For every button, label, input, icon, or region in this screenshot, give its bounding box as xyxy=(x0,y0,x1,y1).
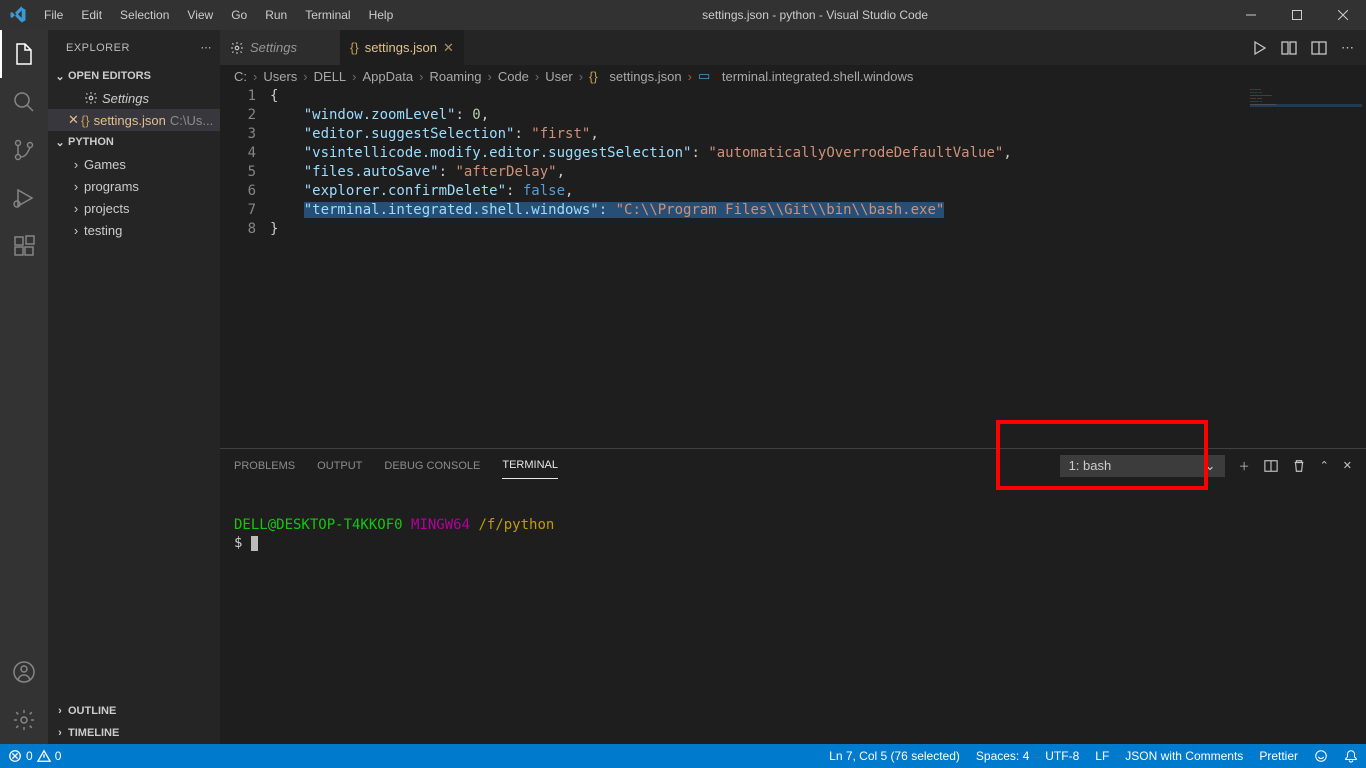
editor-actions: ⋯ xyxy=(1239,30,1366,65)
maximize-panel-icon[interactable]: ⌃ xyxy=(1320,459,1329,472)
maximize-button[interactable] xyxy=(1274,0,1320,30)
status-eol[interactable]: LF xyxy=(1087,749,1117,763)
menu-terminal[interactable]: Terminal xyxy=(296,8,359,22)
timeline-section[interactable]: ›TIMELINE xyxy=(48,722,220,744)
minimize-button[interactable] xyxy=(1228,0,1274,30)
status-cursor[interactable]: Ln 7, Col 5 (76 selected) xyxy=(821,749,968,763)
search-icon[interactable] xyxy=(0,78,48,126)
gear-icon xyxy=(230,41,244,55)
code-content[interactable]: { "window.zoomLevel": 0, "editor.suggest… xyxy=(270,87,1366,448)
cursor xyxy=(251,536,258,551)
tab-settings[interactable]: Settings xyxy=(220,30,340,65)
braces-icon: {} xyxy=(81,113,90,128)
chevron-down-icon: ⌄ xyxy=(1205,458,1216,474)
status-errors[interactable]: 0 0 xyxy=(0,749,69,763)
chevron-right-icon: › xyxy=(68,223,84,238)
chevron-right-icon: › xyxy=(68,157,84,172)
chevron-right-icon: › xyxy=(68,201,84,216)
open-editor-settings-json[interactable]: ✕ {} settings.json C:\Us... xyxy=(48,109,220,131)
split-icon[interactable] xyxy=(1311,40,1327,56)
account-icon[interactable] xyxy=(0,648,48,696)
editor-zone: Settings {} settings.json ✕ ⋯ C:› Users›… xyxy=(220,30,1366,744)
menubar: File Edit Selection View Go Run Terminal… xyxy=(35,8,402,22)
workspace-section[interactable]: ⌄ PYTHON xyxy=(48,131,220,153)
more-icon[interactable]: ⋯ xyxy=(1341,40,1354,56)
terminal-selector[interactable]: 1: bash ⌄ xyxy=(1060,455,1225,477)
close-panel-icon[interactable]: ✕ xyxy=(1343,459,1352,472)
trash-icon[interactable] xyxy=(1292,459,1306,473)
string-icon: ▭ xyxy=(698,68,710,84)
panel-tab-output[interactable]: OUTPUT xyxy=(317,453,362,479)
outline-section[interactable]: ›OUTLINE xyxy=(48,700,220,722)
source-control-icon[interactable] xyxy=(0,126,48,174)
new-terminal-icon[interactable]: ＋ xyxy=(1239,458,1250,474)
panel-tabs: PROBLEMS OUTPUT DEBUG CONSOLE TERMINAL 1… xyxy=(220,449,1366,482)
panel-tab-debug-console[interactable]: DEBUG CONSOLE xyxy=(384,453,480,479)
gear-icon xyxy=(84,91,98,105)
open-editor-settings[interactable]: Settings xyxy=(48,87,220,109)
terminal-body[interactable]: DELL@DESKTOP-T4KKOF0 MINGW64 /f/python $ xyxy=(220,482,1366,744)
status-lang[interactable]: JSON with Comments xyxy=(1117,749,1251,763)
close-icon[interactable]: ✕ xyxy=(68,112,79,128)
panel-tab-problems[interactable]: PROBLEMS xyxy=(234,453,295,479)
line-numbers: 12345678 xyxy=(220,87,270,448)
window-title: settings.json - python - Visual Studio C… xyxy=(402,8,1228,22)
bottom-panel: PROBLEMS OUTPUT DEBUG CONSOLE TERMINAL 1… xyxy=(220,448,1366,744)
menu-help[interactable]: Help xyxy=(360,8,403,22)
more-icon[interactable]: ⋯ xyxy=(201,41,213,54)
feedback-icon[interactable] xyxy=(1306,749,1336,763)
close-button[interactable] xyxy=(1320,0,1366,30)
menu-file[interactable]: File xyxy=(35,8,72,22)
menu-selection[interactable]: Selection xyxy=(111,8,178,22)
extensions-icon[interactable] xyxy=(0,222,48,270)
close-icon[interactable]: ✕ xyxy=(443,40,454,56)
menu-view[interactable]: View xyxy=(178,8,222,22)
explorer-header: EXPLORER ⋯ xyxy=(48,30,220,65)
status-spaces[interactable]: Spaces: 4 xyxy=(968,749,1037,763)
editor-tabs: Settings {} settings.json ✕ ⋯ xyxy=(220,30,1366,65)
tab-settings-json[interactable]: {} settings.json ✕ xyxy=(340,30,464,65)
menu-edit[interactable]: Edit xyxy=(72,8,111,22)
panel-tab-terminal[interactable]: TERMINAL xyxy=(502,452,558,479)
editor-body[interactable]: 12345678 { "window.zoomLevel": 0, "edito… xyxy=(220,87,1366,448)
braces-icon: {} xyxy=(589,69,598,84)
chevron-right-icon: › xyxy=(52,705,68,717)
run-icon[interactable] xyxy=(1251,40,1267,56)
chevron-right-icon: › xyxy=(68,179,84,194)
debug-icon[interactable] xyxy=(0,174,48,222)
braces-icon: {} xyxy=(350,40,359,55)
sidebar: EXPLORER ⋯ ⌄ OPEN EDITORS Settings ✕ {} … xyxy=(48,30,220,744)
explorer-icon[interactable] xyxy=(0,30,48,78)
split-terminal-icon[interactable] xyxy=(1264,459,1278,473)
diff-icon[interactable] xyxy=(1281,40,1297,56)
folder-programs[interactable]: ›programs xyxy=(48,175,220,197)
breadcrumbs[interactable]: C:› Users› DELL› AppData› Roaming› Code›… xyxy=(220,65,1366,87)
activitybar xyxy=(0,30,48,744)
open-editors-section[interactable]: ⌄ OPEN EDITORS xyxy=(48,65,220,87)
menu-run[interactable]: Run xyxy=(256,8,296,22)
folder-games[interactable]: ›Games xyxy=(48,153,220,175)
chevron-right-icon: › xyxy=(52,727,68,739)
folder-testing[interactable]: ›testing xyxy=(48,219,220,241)
bell-icon[interactable] xyxy=(1336,749,1366,763)
menu-go[interactable]: Go xyxy=(222,8,256,22)
folder-projects[interactable]: ›projects xyxy=(48,197,220,219)
vscode-icon xyxy=(0,6,35,24)
statusbar: 0 0 Ln 7, Col 5 (76 selected) Spaces: 4 … xyxy=(0,744,1366,768)
titlebar: File Edit Selection View Go Run Terminal… xyxy=(0,0,1366,30)
chevron-down-icon: ⌄ xyxy=(52,136,68,149)
status-encoding[interactable]: UTF-8 xyxy=(1037,749,1087,763)
minimap[interactable]: ▬▬▬▬▬▬▬▬▬▬▬▬▬▬▬ ▬▬▬▬▬▬▬▬▬▬▬▬▬▬▬▬▬▬▬▬▬▬▬▬… xyxy=(1246,87,1366,448)
chevron-down-icon: ⌄ xyxy=(52,70,68,83)
gear-icon[interactable] xyxy=(0,696,48,744)
status-prettier[interactable]: Prettier xyxy=(1251,749,1306,763)
